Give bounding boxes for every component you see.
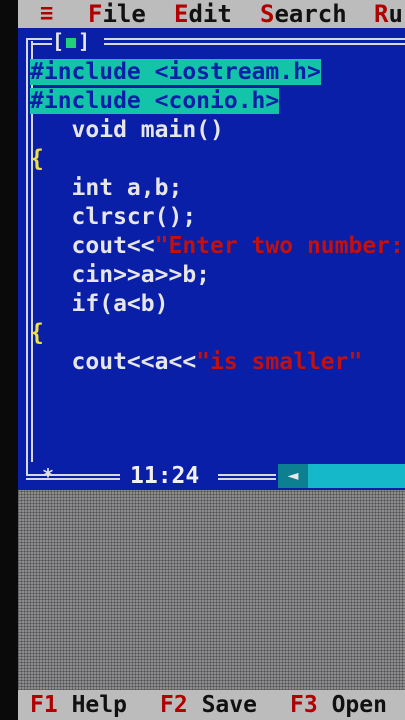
menu-search-hotkey: S [260, 0, 275, 28]
code-text: { [30, 320, 44, 346]
turbo-cpp-screen: ≡ File Edit Search Ru [] #include <iostr… [0, 0, 405, 720]
code-text: void main() [30, 117, 224, 143]
code-line[interactable]: if(a<b) [30, 290, 169, 318]
code-text: int a,b; [30, 175, 183, 201]
code-text: if(a<b) [30, 291, 169, 317]
editor-window[interactable]: [] #include <iostream.h> #include <conio.… [18, 28, 405, 490]
code-text: cin>>a>>b; [30, 262, 211, 288]
code-line[interactable]: cout<<"Enter two number: [30, 232, 404, 260]
code-text: { [30, 146, 44, 172]
status-frame-bottom-a [26, 474, 120, 476]
status-frame-bottom-c [218, 474, 276, 476]
code-line[interactable]: void main() [30, 116, 224, 144]
menu-run-hotkey: R [374, 0, 389, 28]
string-literal: "Enter two number: [154, 233, 404, 259]
menu-edit-hotkey: E [174, 0, 189, 28]
cursor-position: 11:24 [130, 463, 200, 489]
desktop-background [18, 490, 405, 690]
scroll-left-arrow-icon[interactable]: ◄ [278, 464, 308, 488]
code-line[interactable]: #include <iostream.h> [30, 58, 321, 86]
code-line[interactable]: #include <conio.h> [30, 87, 280, 115]
menu-run-label: u [388, 0, 403, 28]
menu-edit[interactable]: Edit [174, 0, 232, 28]
status-frame-bottom-b [26, 478, 120, 480]
menu-search-label: earch [274, 0, 347, 28]
code-line[interactable]: cin>>a>>b; [30, 261, 210, 289]
menu-search[interactable]: Search [260, 0, 347, 28]
code-line[interactable]: { [30, 145, 44, 173]
code-line[interactable]: int a,b; [30, 174, 183, 202]
code-text: clrscr(); [30, 204, 197, 230]
window-close-box[interactable]: [] [52, 31, 104, 51]
hotkey-save[interactable]: F2 Save [160, 690, 257, 720]
hotkey-help-label: Help [71, 692, 127, 718]
screen-bezel [0, 0, 18, 720]
status-frame-bottom-d [218, 478, 276, 480]
menu-run[interactable]: Ru [374, 0, 403, 28]
asterisk-icon: * [42, 464, 55, 488]
menu-edit-label: dit [188, 0, 232, 28]
hotkey-bar: F1 Help F2 Save F3 Open [18, 690, 405, 720]
preprocessor-directive: #include <iostream.h> [30, 59, 321, 85]
code-text: cout<< [30, 233, 155, 259]
menu-bar: ≡ File Edit Search Ru [18, 0, 405, 28]
menu-file[interactable]: File [88, 0, 146, 28]
menu-file-hotkey: F [88, 0, 103, 28]
string-literal: "is smaller" [196, 349, 363, 375]
code-line[interactable]: { [30, 319, 44, 347]
code-text: cout<<a<< [30, 349, 197, 375]
hotkey-open-label: Open [331, 692, 387, 718]
frame-left-outer [26, 38, 28, 478]
editor-status-line: * 11:24 ◄ [18, 462, 405, 490]
hotkey-open[interactable]: F3 Open [290, 690, 387, 720]
hotkey-open-key: F3 [290, 692, 318, 718]
preprocessor-directive: #include <conio.h> [30, 88, 280, 114]
menu-file-label: ile [102, 0, 146, 28]
hotkey-save-label: Save [201, 692, 257, 718]
hotkey-save-key: F2 [160, 692, 188, 718]
code-line[interactable]: cout<<a<<"is smaller" [30, 348, 363, 376]
hotkey-help[interactable]: F1 Help [30, 690, 127, 720]
close-icon [66, 37, 77, 48]
system-menu-icon[interactable]: ≡ [40, 0, 53, 28]
hotkey-help-key: F1 [30, 692, 58, 718]
code-line[interactable]: clrscr(); [30, 203, 197, 231]
